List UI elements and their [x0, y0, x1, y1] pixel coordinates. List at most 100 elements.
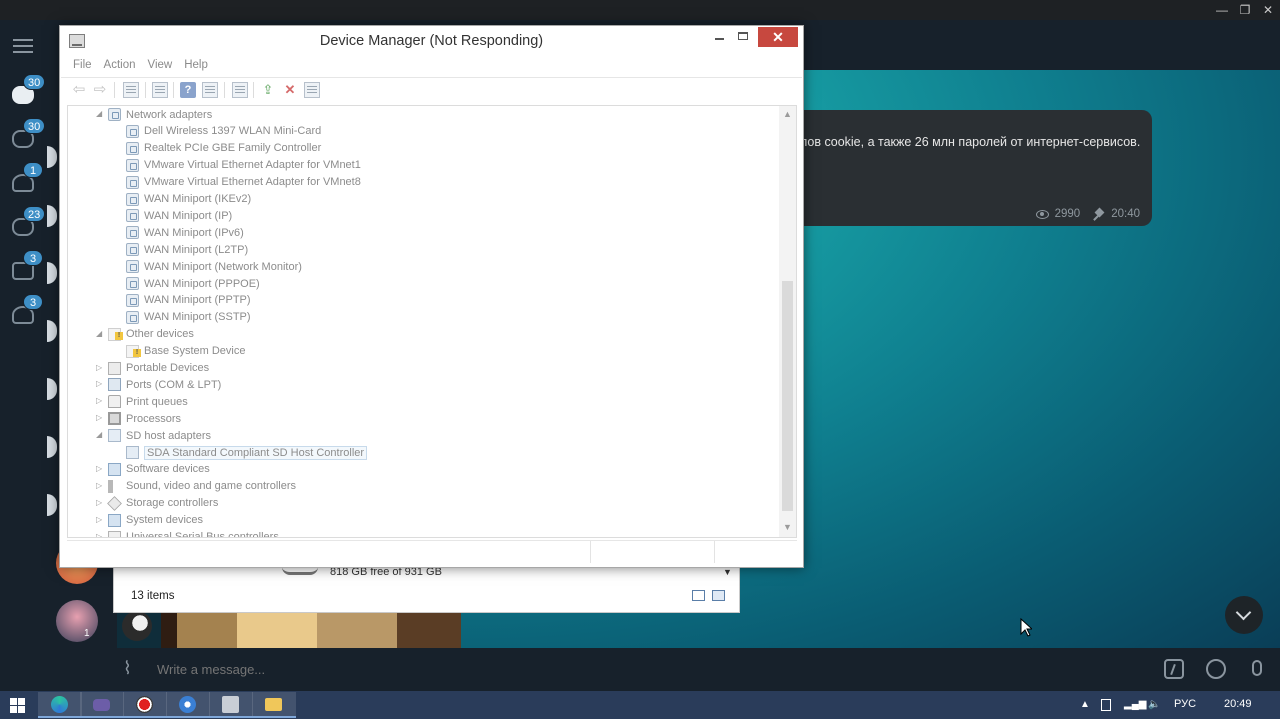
- tree-category[interactable]: ▷ Ports (COM & LPT): [96, 376, 221, 393]
- chevron-down-icon[interactable]: ▼: [723, 567, 733, 577]
- tree-category[interactable]: ▷ Processors: [96, 410, 181, 427]
- menu-help[interactable]: Help: [180, 55, 212, 77]
- scroll-down-icon[interactable]: ▼: [783, 523, 792, 532]
- tree-device[interactable]: VMware Virtual Ethernet Adapter for VMne…: [126, 157, 361, 174]
- taskbar-edge[interactable]: [38, 692, 82, 718]
- taskbar-file-explorer[interactable]: [252, 692, 296, 718]
- tree-category[interactable]: ▷ Storage controllers: [96, 495, 218, 512]
- tree-device[interactable]: WAN Miniport (IPv6): [126, 224, 244, 241]
- emoji-icon[interactable]: [1206, 659, 1226, 679]
- hamburger-menu-icon[interactable]: [13, 39, 33, 53]
- tree-category[interactable]: ▷ Portable Devices: [96, 360, 209, 377]
- tree-category[interactable]: ▷ Software devices: [96, 461, 210, 478]
- tree-device[interactable]: VMware Virtual Ethernet Adapter for VMne…: [126, 174, 361, 191]
- taskbar-device-manager[interactable]: [209, 692, 253, 718]
- tree-device[interactable]: WAN Miniport (Network Monitor): [126, 258, 302, 275]
- chat-avatar[interactable]: 1: [56, 600, 98, 642]
- uninstall-device-icon[interactable]: ✕: [282, 82, 298, 98]
- attach-icon[interactable]: ⌇: [123, 658, 132, 679]
- tree-device[interactable]: WAN Miniport (L2TP): [126, 241, 248, 258]
- taskbar-recorder[interactable]: [123, 692, 167, 718]
- tree-device[interactable]: Base System Device: [126, 343, 245, 360]
- folder-contacts[interactable]: 3: [8, 294, 43, 332]
- minimize-button[interactable]: [713, 30, 727, 44]
- expand-arrow-icon[interactable]: ▷: [96, 498, 104, 507]
- close-icon[interactable]: ✕: [1257, 2, 1279, 18]
- tree-device[interactable]: WAN Miniport (IP): [126, 207, 232, 224]
- folder-channels[interactable]: 3: [8, 250, 43, 288]
- collapse-arrow-icon[interactable]: ◢: [96, 329, 104, 338]
- chat-avatar-partial[interactable]: [47, 378, 57, 400]
- details-view-icon[interactable]: [692, 590, 705, 601]
- tree-category[interactable]: ◢ Network adapters: [96, 106, 212, 123]
- update-driver-icon[interactable]: ⇪: [260, 82, 276, 98]
- properties-icon[interactable]: [152, 82, 168, 98]
- message-input[interactable]: [157, 662, 1057, 677]
- show-hide-console-tree-icon[interactable]: [123, 82, 139, 98]
- start-button[interactable]: [10, 698, 25, 713]
- tree-category[interactable]: ▷ Sound, video and game controllers: [96, 478, 296, 495]
- tree-category[interactable]: ◢ SD host adapters: [96, 427, 211, 444]
- tree-device[interactable]: WAN Miniport (SSTP): [126, 309, 251, 326]
- chat-avatar-partial[interactable]: [47, 436, 57, 458]
- clock[interactable]: 20:49: [1224, 698, 1252, 710]
- chat-avatar-partial[interactable]: [47, 146, 57, 168]
- action-pane-icon[interactable]: [202, 82, 218, 98]
- menu-action[interactable]: Action: [100, 55, 140, 77]
- tree-device[interactable]: WAN Miniport (IKEv2): [126, 191, 251, 208]
- menu-file[interactable]: File: [69, 55, 96, 77]
- folder-all-chats[interactable]: 30: [8, 74, 46, 112]
- folder-personal[interactable]: 1: [8, 162, 43, 200]
- expand-arrow-icon[interactable]: ▷: [96, 532, 104, 537]
- photo-message-preview[interactable]: [117, 613, 461, 648]
- collapse-arrow-icon[interactable]: ◢: [96, 110, 104, 118]
- device-manager-titlebar[interactable]: Device Manager (Not Responding) ✕: [60, 26, 803, 56]
- tree-device[interactable]: Dell Wireless 1397 WLAN Mini-Card: [126, 123, 321, 140]
- back-arrow-icon[interactable]: ⇦: [71, 82, 87, 98]
- taskbar-app[interactable]: [80, 692, 124, 718]
- tree-category[interactable]: ▷ Universal Serial Bus controllers: [96, 529, 279, 537]
- language-indicator[interactable]: РУС: [1174, 698, 1196, 710]
- chat-avatar-partial[interactable]: [47, 494, 57, 516]
- tree-category[interactable]: ▷ System devices: [96, 512, 203, 529]
- chat-avatar-partial[interactable]: [47, 320, 57, 342]
- scan-hardware-icon[interactable]: [232, 82, 248, 98]
- maximize-icon[interactable]: ❐: [1234, 2, 1256, 18]
- taskbar-app[interactable]: [166, 692, 210, 718]
- tree-device[interactable]: SDA Standard Compliant SD Host Controlle…: [126, 444, 368, 461]
- enable-device-icon[interactable]: [304, 82, 320, 98]
- chat-avatar-partial[interactable]: [47, 205, 57, 227]
- tree-device[interactable]: WAN Miniport (PPTP): [126, 292, 251, 309]
- expand-arrow-icon[interactable]: ▷: [96, 397, 104, 405]
- expand-arrow-icon[interactable]: ▷: [96, 515, 104, 524]
- sender-avatar[interactable]: [122, 611, 152, 641]
- microphone-icon[interactable]: [1252, 660, 1262, 676]
- signal-icon[interactable]: ▂▄▆: [1124, 699, 1146, 711]
- close-button[interactable]: ✕: [758, 27, 798, 47]
- expand-arrow-icon[interactable]: ▷: [96, 380, 104, 388]
- forward-arrow-icon[interactable]: ⇨: [92, 82, 108, 98]
- bot-commands-icon[interactable]: [1164, 659, 1184, 679]
- maximize-button[interactable]: [738, 32, 748, 40]
- minimize-icon[interactable]: —: [1211, 2, 1233, 18]
- power-icon[interactable]: [1101, 699, 1111, 711]
- expand-arrow-icon[interactable]: ▷: [96, 464, 104, 473]
- large-icons-view-icon[interactable]: [712, 590, 725, 601]
- scrollbar-thumb[interactable]: [782, 281, 793, 511]
- expand-arrow-icon[interactable]: ▷: [96, 363, 104, 372]
- device-tree[interactable]: ◢ Network adapters Dell Wireless 1397 WLAN…: [67, 105, 797, 538]
- scroll-to-bottom-button[interactable]: [1225, 596, 1263, 634]
- scroll-up-icon[interactable]: ▲: [783, 110, 792, 119]
- folder-groups[interactable]: 23: [8, 206, 46, 244]
- vertical-scrollbar[interactable]: ▲ ▼: [779, 106, 796, 537]
- chat-avatar-partial[interactable]: [47, 262, 57, 284]
- tree-device[interactable]: Realtek PCIe GBE Family Controller: [126, 140, 321, 157]
- tree-device[interactable]: WAN Miniport (PPPOE): [126, 275, 260, 292]
- tree-category[interactable]: ◢ Other devices: [96, 326, 194, 343]
- collapse-arrow-icon[interactable]: ◢: [96, 431, 104, 439]
- volume-icon[interactable]: 🔈: [1148, 699, 1160, 711]
- menu-view[interactable]: View: [144, 55, 177, 77]
- tree-category[interactable]: ▷ Print queues: [96, 393, 188, 410]
- expand-arrow-icon[interactable]: ▷: [96, 481, 104, 490]
- message-bubble[interactable]: лов cookie, а также 26 млн паролей от ин…: [800, 110, 1152, 226]
